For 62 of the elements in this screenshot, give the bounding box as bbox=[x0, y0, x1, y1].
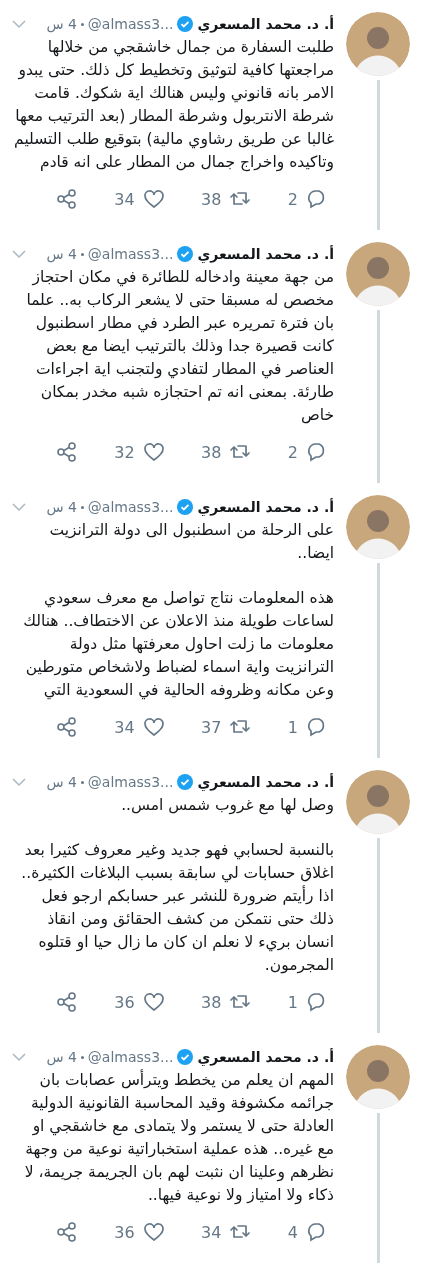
heart-icon bbox=[142, 441, 165, 463]
tweet-text: هذه المعلومات نتاج تواصل مع معرف سعودي لساعات طويلة منذ الاعلان عن الاختطاف.. هنالك معلومات ما زلت احاول معرفتها مثل دولة الترانزيت واية اسماء لضباط ولاشخاص متورطين وعن مكانه وظروفه الحالية في السعودية التي bbox=[22, 588, 334, 702]
tweet-time: 4 س bbox=[46, 1048, 77, 1067]
retweet-button[interactable]: 38 bbox=[201, 188, 252, 210]
retweet-button[interactable]: 38 bbox=[201, 441, 252, 463]
retweet-button[interactable]: 38 bbox=[201, 991, 252, 1013]
author-name[interactable]: أ. د. محمد المسعري bbox=[197, 14, 334, 34]
like-button[interactable]: 36 bbox=[114, 1221, 165, 1243]
like-button[interactable]: 34 bbox=[114, 716, 165, 738]
verified-icon bbox=[177, 499, 194, 515]
like-button[interactable]: 34 bbox=[114, 188, 165, 210]
author-name[interactable]: أ. د. محمد المسعري bbox=[197, 772, 334, 792]
user-handle[interactable]: @almass3... bbox=[87, 497, 174, 517]
tweet-time: 4 س bbox=[46, 15, 77, 34]
tweet-text: بالنسبة لحسابي فهو جديد وغير معروف كثيرا بعد اغلاق حسابات لي سابقة بسبب البلاغات الكثيرة.. اذا رأيتم ضرورة للنشر عبر حسابكم ارجو فعل ذلك حتى نتمكن من كشف الحقائق ومن انقاذ انسان بريء لا نعلم ان كان ما زال حيا او قتلوه المجرمون. bbox=[20, 840, 334, 976]
verified-icon bbox=[177, 1049, 194, 1065]
avatar bbox=[346, 495, 410, 559]
user-handle[interactable]: @almass3... bbox=[87, 1047, 174, 1067]
tweet-text: من جهة معينة وادخاله للطائرة في مكان احتجاز مخصص له مسبقا حتى لا يشعر الركاب به.. علما بان فترة تمريره عبر الطرد في مطار اسطنبول كانت قصيرة جدا وذلك بالترتيب ايضا مع بعض العناصر في المطار لتفادي ولتجنب اية اجراءات طارئة. بمعنى انه تم احتجازه شبه مخدر بمكان خاص bbox=[25, 267, 334, 426]
share-button[interactable] bbox=[56, 441, 78, 463]
tweet-time: 4 س bbox=[46, 245, 77, 264]
verified-icon bbox=[177, 16, 194, 32]
user-handle[interactable]: @almass3... bbox=[87, 244, 174, 264]
reply-button[interactable]: 1 bbox=[287, 991, 328, 1013]
author-name[interactable]: أ. د. محمد المسعري bbox=[197, 244, 334, 264]
like-button[interactable]: 36 bbox=[114, 991, 165, 1013]
heart-icon bbox=[142, 1221, 165, 1243]
tweet-time: 4 س bbox=[46, 773, 77, 792]
heart-icon bbox=[142, 188, 165, 210]
verified-icon bbox=[177, 774, 194, 790]
reply-button[interactable]: 4 bbox=[287, 1221, 328, 1243]
reply-button[interactable]: 2 bbox=[287, 441, 328, 463]
tweet-time: 4 س bbox=[46, 498, 77, 517]
user-handle[interactable]: @almass3... bbox=[87, 772, 174, 792]
like-button[interactable]: 32 bbox=[114, 441, 165, 463]
user-handle[interactable]: @almass3... bbox=[87, 14, 174, 34]
tweet-text: وصل لها مع غروب شمس امس.. bbox=[120, 795, 334, 817]
share-button[interactable] bbox=[56, 991, 78, 1013]
share-button[interactable] bbox=[56, 716, 78, 738]
heart-icon bbox=[142, 991, 165, 1013]
author-name[interactable]: أ. د. محمد المسعري bbox=[197, 1047, 334, 1067]
share-button[interactable] bbox=[56, 188, 78, 210]
share-icon bbox=[56, 188, 78, 210]
verified-icon bbox=[177, 246, 194, 262]
retweet-button[interactable]: 34 bbox=[201, 1221, 252, 1243]
reply-button[interactable]: 1 bbox=[287, 716, 328, 738]
avatar bbox=[346, 242, 410, 306]
tweet-text: المهم ان يعلم من يخطط ويترأس عصابات بان جرائمه مكشوفة وقيد المحاسبة القانونية الدولية العادلة حتى لا يستمر ولا يتمادى مع خاشقجي او مع غيره.. هذه عملية استخباراتية نوعية من وجهة نظرهم وعلينا ان نثبت لهم بان الجريمة جريمة، لا ذكاء ولا امتياز ولا نوعية فيها.. bbox=[23, 1069, 334, 1207]
share-icon bbox=[56, 441, 78, 463]
share-icon bbox=[56, 991, 78, 1013]
avatar bbox=[346, 12, 410, 76]
share-icon bbox=[56, 716, 78, 738]
retweet-button[interactable]: 37 bbox=[201, 716, 252, 738]
avatar bbox=[346, 770, 410, 834]
tweet-text: على الرحلة من اسطنبول الى دولة الترانزيت ايضا.. bbox=[48, 520, 334, 564]
share-icon bbox=[56, 1221, 78, 1243]
share-button[interactable] bbox=[56, 1221, 78, 1243]
tweet-text: طلبت السفارة من جمال خاشقجي من خلالها مراجعتها كافية لتوثيق وتخطيط كل ذلك. حتى يبدو الامر بانه قانوني وليس هنالك اية شكوك. قامت شرطة الانتربول وشرطة المطار (بعد الترتيب معها غالبا عن طريق رشاوي مالية) بتوقيع طلب التسليم وتاكيده واخراج جمال من المطار على انه قادم bbox=[13, 37, 334, 174]
reply-button[interactable]: 2 bbox=[287, 188, 328, 210]
avatar bbox=[346, 1045, 410, 1109]
heart-icon bbox=[142, 716, 165, 738]
author-name[interactable]: أ. د. محمد المسعري bbox=[197, 497, 334, 517]
